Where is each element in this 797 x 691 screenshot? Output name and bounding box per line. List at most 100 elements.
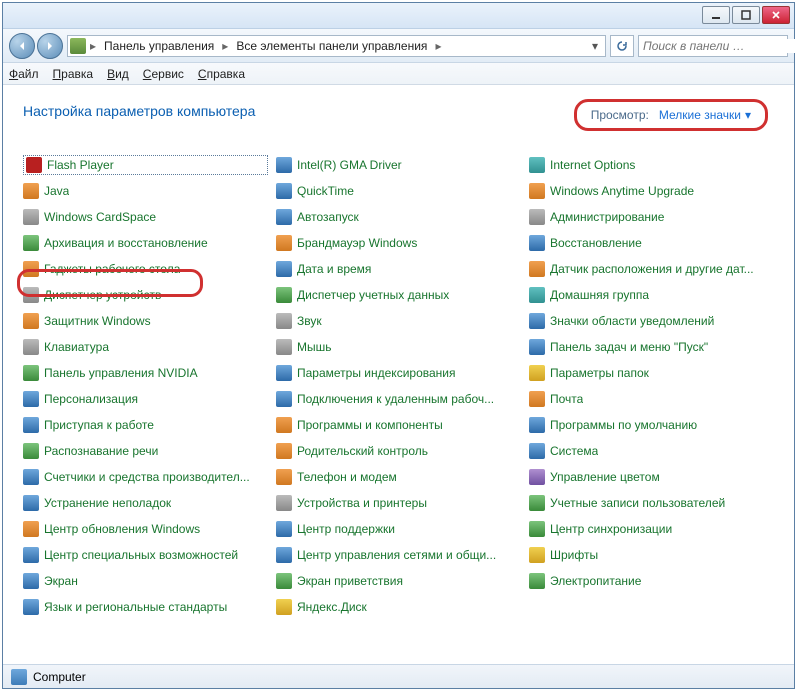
cpl-label: Дата и время: [297, 262, 371, 276]
cpl-icon: [276, 495, 292, 511]
cpl-item[interactable]: Программы и компоненты: [276, 415, 521, 435]
cpl-item[interactable]: Экран приветствия: [276, 571, 521, 591]
back-button[interactable]: [9, 33, 35, 59]
cpl-item[interactable]: Центр управления сетями и общи...: [276, 545, 521, 565]
cpl-item[interactable]: Шрифты: [529, 545, 774, 565]
forward-button[interactable]: [37, 33, 63, 59]
cpl-item[interactable]: Приступая к работе: [23, 415, 268, 435]
cpl-item[interactable]: Яндекс.Диск: [276, 597, 521, 617]
menu-tools[interactable]: Сервис: [143, 67, 184, 81]
view-dropdown[interactable]: Мелкие значки: [659, 108, 751, 122]
cpl-icon: [23, 261, 39, 277]
cpl-label: Мышь: [297, 340, 332, 354]
cpl-label: Защитник Windows: [44, 314, 151, 328]
cpl-item[interactable]: Панель задач и меню "Пуск": [529, 337, 774, 357]
cpl-item[interactable]: Электропитание: [529, 571, 774, 591]
cpl-icon: [23, 547, 39, 563]
cpl-icon: [276, 469, 292, 485]
menu-help[interactable]: Справка: [198, 67, 245, 81]
cpl-item[interactable]: Центр обновления Windows: [23, 519, 268, 539]
cpl-item[interactable]: Центр поддержки: [276, 519, 521, 539]
cpl-item[interactable]: Intel(R) GMA Driver: [276, 155, 521, 175]
search-input[interactable]: [643, 39, 797, 53]
cpl-label: Параметры индексирования: [297, 366, 455, 380]
maximize-button[interactable]: [732, 6, 760, 24]
cpl-item[interactable]: Гаджеты рабочего стола: [23, 259, 268, 279]
navbar: ▸ Панель управления ▸ Все элементы панел…: [3, 29, 794, 63]
cpl-item[interactable]: Архивация и восстановление: [23, 233, 268, 253]
cpl-item[interactable]: Диспетчер учетных данных: [276, 285, 521, 305]
menu-view[interactable]: Вид: [107, 67, 129, 81]
cpl-label: Брандмауэр Windows: [297, 236, 417, 250]
close-button[interactable]: [762, 6, 790, 24]
cpl-item[interactable]: Диспетчер устройств: [23, 285, 268, 305]
cpl-item[interactable]: Параметры индексирования: [276, 363, 521, 383]
cpl-item[interactable]: Панель управления NVIDIA: [23, 363, 268, 383]
cpl-icon: [529, 495, 545, 511]
cpl-label: Центр обновления Windows: [44, 522, 200, 536]
cpl-item[interactable]: Язык и региональные стандарты: [23, 597, 268, 617]
cpl-label: Система: [550, 444, 598, 458]
address-dropdown[interactable]: ▾: [587, 39, 603, 53]
cpl-item[interactable]: Администрирование: [529, 207, 774, 227]
cpl-item[interactable]: Значки области уведомлений: [529, 311, 774, 331]
cpl-item[interactable]: Экран: [23, 571, 268, 591]
cpl-item[interactable]: Центр синхронизации: [529, 519, 774, 539]
cpl-label: Internet Options: [550, 158, 635, 172]
cpl-item[interactable]: Родительский контроль: [276, 441, 521, 461]
cpl-item[interactable]: Телефон и модем: [276, 467, 521, 487]
cpl-icon: [23, 443, 39, 459]
cpl-item[interactable]: Параметры папок: [529, 363, 774, 383]
cpl-item[interactable]: Центр специальных возможностей: [23, 545, 268, 565]
address-bar[interactable]: ▸ Панель управления ▸ Все элементы панел…: [67, 35, 606, 57]
refresh-button[interactable]: [610, 35, 634, 57]
minimize-button[interactable]: [702, 6, 730, 24]
cpl-icon: [276, 157, 292, 173]
cpl-item[interactable]: Распознавание речи: [23, 441, 268, 461]
cpl-item[interactable]: QuickTime: [276, 181, 521, 201]
cpl-item[interactable]: Защитник Windows: [23, 311, 268, 331]
breadcrumb[interactable]: Панель управления: [100, 37, 218, 55]
cpl-item[interactable]: Звук: [276, 311, 521, 331]
status-text: Computer: [33, 670, 86, 684]
statusbar: Computer: [3, 664, 794, 688]
cpl-label: Счетчики и средства производител...: [44, 470, 250, 484]
cpl-icon: [529, 573, 545, 589]
menu-file[interactable]: Файл: [9, 67, 39, 81]
cpl-label: Клавиатура: [44, 340, 109, 354]
menu-edit[interactable]: Правка: [53, 67, 94, 81]
cpl-item[interactable]: Windows Anytime Upgrade: [529, 181, 774, 201]
cpl-icon: [529, 339, 545, 355]
cpl-item[interactable]: Flash Player: [23, 155, 268, 175]
cpl-icon: [23, 599, 39, 615]
cpl-label: Экран: [44, 574, 78, 588]
cpl-item[interactable]: Персонализация: [23, 389, 268, 409]
cpl-item[interactable]: Счетчики и средства производител...: [23, 467, 268, 487]
cpl-item[interactable]: Дата и время: [276, 259, 521, 279]
cpl-item[interactable]: Брандмауэр Windows: [276, 233, 521, 253]
cpl-item[interactable]: Устранение неполадок: [23, 493, 268, 513]
cpl-item[interactable]: Программы по умолчанию: [529, 415, 774, 435]
cpl-label: Диспетчер учетных данных: [297, 288, 449, 302]
cpl-item[interactable]: Учетные записи пользователей: [529, 493, 774, 513]
cpl-item[interactable]: Java: [23, 181, 268, 201]
cpl-item[interactable]: Windows CardSpace: [23, 207, 268, 227]
cpl-icon: [276, 573, 292, 589]
cpl-item[interactable]: Мышь: [276, 337, 521, 357]
breadcrumb[interactable]: Все элементы панели управления: [232, 37, 431, 55]
search-box[interactable]: [638, 35, 788, 57]
cpl-item[interactable]: Клавиатура: [23, 337, 268, 357]
cpl-item[interactable]: Управление цветом: [529, 467, 774, 487]
cpl-item[interactable]: Подключения к удаленным рабоч...: [276, 389, 521, 409]
cpl-item[interactable]: Система: [529, 441, 774, 461]
cpl-icon: [276, 287, 292, 303]
cpl-item[interactable]: Internet Options: [529, 155, 774, 175]
cpl-item[interactable]: Автозапуск: [276, 207, 521, 227]
cpl-item[interactable]: Датчик расположения и другие дат...: [529, 259, 774, 279]
cpl-item[interactable]: Домашняя группа: [529, 285, 774, 305]
cpl-icon: [529, 365, 545, 381]
cpl-item[interactable]: Восстановление: [529, 233, 774, 253]
cpl-item[interactable]: Устройства и принтеры: [276, 493, 521, 513]
cpl-item[interactable]: Почта: [529, 389, 774, 409]
cpl-label: Телефон и модем: [297, 470, 397, 484]
